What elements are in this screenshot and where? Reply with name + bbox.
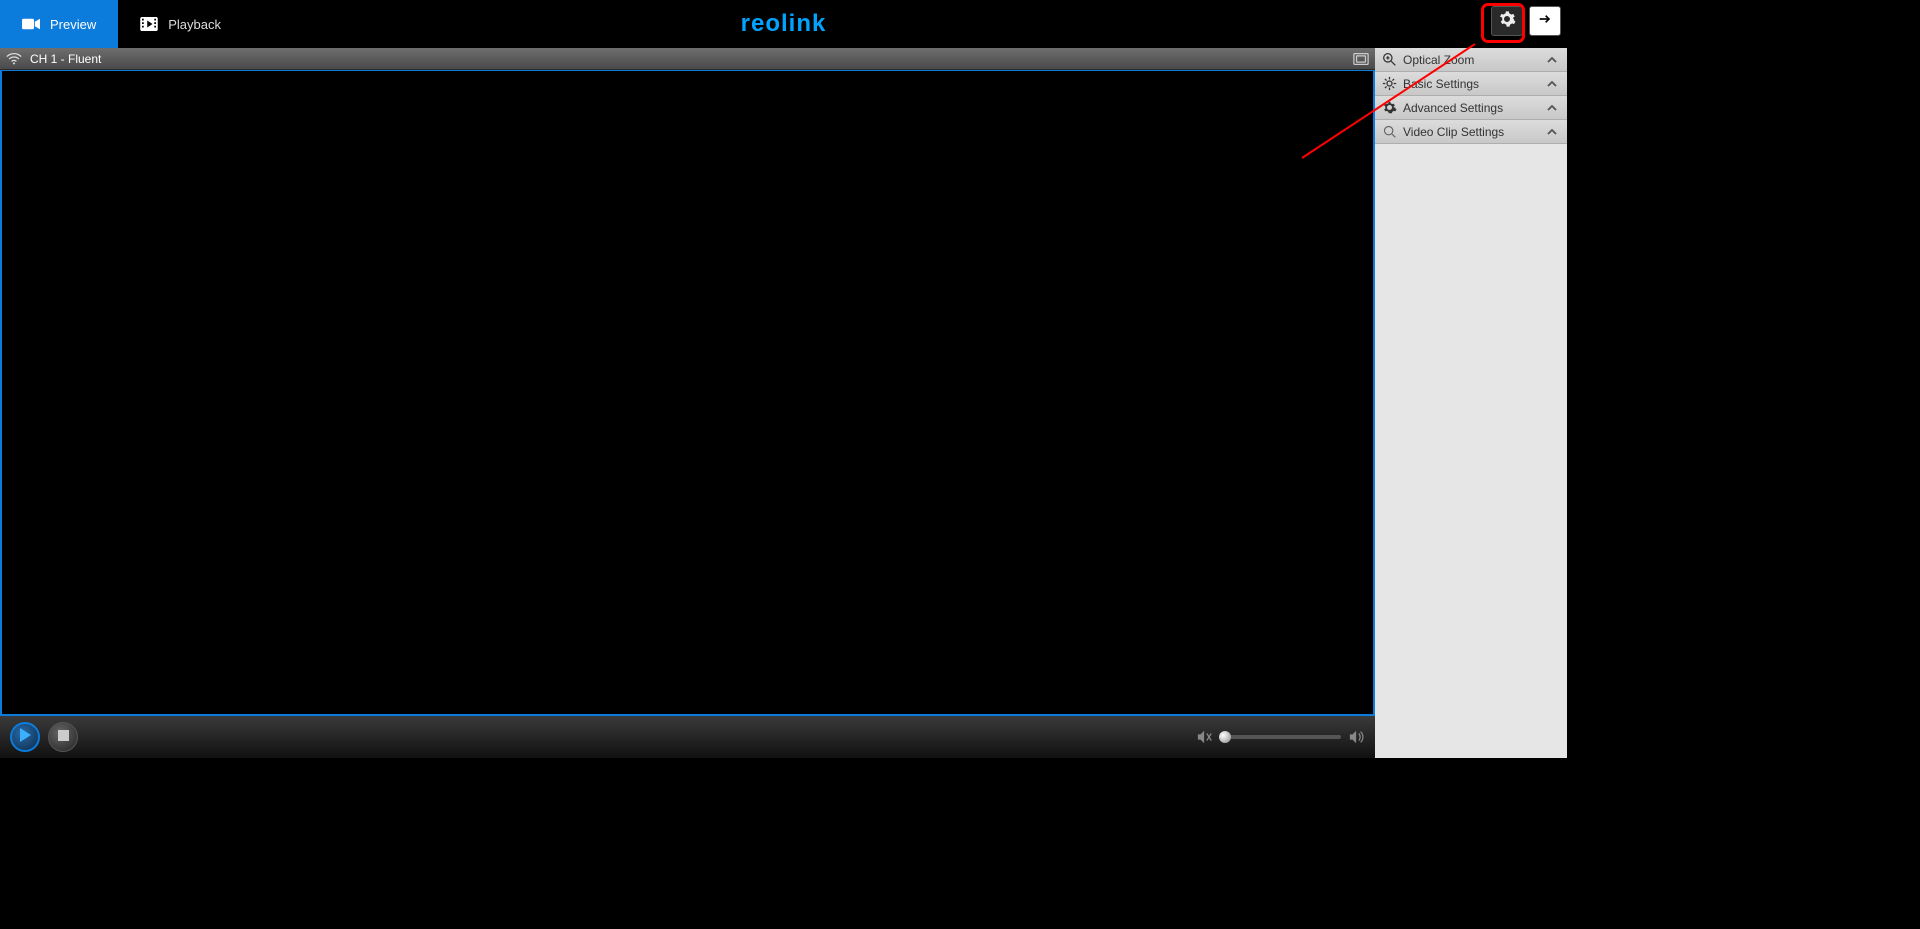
panel-row-video-clip-settings[interactable]: Video Clip Settings <box>1375 120 1567 144</box>
panel-row-advanced-settings[interactable]: Advanced Settings <box>1375 96 1567 120</box>
zoom-icon <box>1381 52 1397 68</box>
panel-row-label: Video Clip Settings <box>1403 125 1539 139</box>
bottom-control-bar <box>0 716 1375 758</box>
tab-playback-label: Playback <box>168 17 221 32</box>
stop-icon <box>58 728 69 746</box>
mute-icon[interactable] <box>1197 729 1213 745</box>
basic-settings-icon <box>1381 76 1397 92</box>
camera-icon <box>22 17 40 31</box>
video-header-bar: CH 1 - Fluent <box>0 48 1375 70</box>
channel-label: CH 1 - Fluent <box>30 52 101 66</box>
volume-thumb[interactable] <box>1219 731 1231 743</box>
panel-row-basic-settings[interactable]: Basic Settings <box>1375 72 1567 96</box>
video-canvas[interactable] <box>0 70 1375 716</box>
tab-preview[interactable]: Preview <box>0 0 118 48</box>
volume-slider[interactable] <box>1221 735 1341 739</box>
settings-button[interactable] <box>1491 6 1523 36</box>
film-icon <box>140 17 158 31</box>
main-area: CH 1 - Fluent <box>0 48 1375 716</box>
chevron-up-icon <box>1545 77 1559 91</box>
chevron-up-icon <box>1545 101 1559 115</box>
panel-row-label: Advanced Settings <box>1403 101 1539 115</box>
play-icon <box>19 728 31 747</box>
advanced-settings-icon <box>1381 100 1397 116</box>
clip-settings-icon <box>1381 124 1397 140</box>
brand-logo: reolink <box>741 10 827 38</box>
panel-row-label: Basic Settings <box>1403 77 1539 91</box>
gear-icon <box>1498 10 1516 33</box>
top-navbar: Preview Playback reolink <box>0 0 1567 48</box>
speaker-icon[interactable] <box>1349 729 1365 745</box>
exit-button[interactable] <box>1529 6 1561 36</box>
panel-row-label: Optical Zoom <box>1403 53 1539 67</box>
play-button[interactable] <box>10 722 40 752</box>
exit-icon <box>1537 11 1553 32</box>
tab-preview-label: Preview <box>50 17 96 32</box>
panel-row-optical-zoom[interactable]: Optical Zoom <box>1375 48 1567 72</box>
wifi-icon <box>6 52 22 66</box>
right-panel: Optical Zoom Basic Settings Advanced Set… <box>1375 48 1567 758</box>
chevron-up-icon <box>1545 125 1559 139</box>
tab-playback[interactable]: Playback <box>118 0 243 48</box>
stop-button[interactable] <box>48 722 78 752</box>
fullscreen-icon[interactable] <box>1353 52 1369 66</box>
chevron-up-icon <box>1545 53 1559 67</box>
